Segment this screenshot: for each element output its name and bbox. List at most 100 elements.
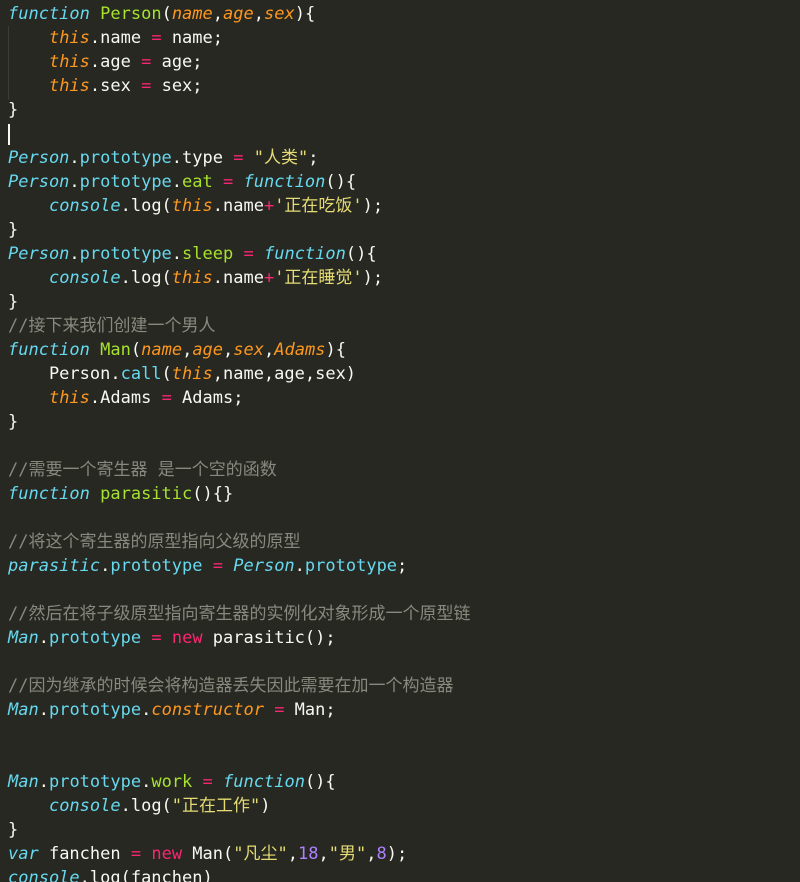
code-line[interactable]: //因为继承的时候会将构造器丢失因此需要在加一个构造器 bbox=[0, 674, 800, 698]
code-token: ) bbox=[325, 340, 336, 360]
code-token: Person. bbox=[8, 364, 121, 384]
code-token: ); bbox=[386, 844, 408, 864]
code-token: function bbox=[243, 172, 326, 192]
code-token: Person bbox=[8, 148, 70, 168]
code-token: Adams bbox=[274, 340, 326, 360]
code-line[interactable] bbox=[0, 722, 800, 746]
code-token: = bbox=[243, 244, 254, 264]
code-line[interactable]: } bbox=[0, 818, 800, 842]
code-token: name bbox=[141, 340, 183, 360]
code-token: . bbox=[171, 172, 183, 192]
code-token: ) bbox=[294, 4, 305, 24]
code-line[interactable]: Person.prototype.eat = function(){ bbox=[0, 170, 800, 194]
code-token: Person bbox=[8, 244, 70, 264]
code-line[interactable]: console.log(fanchen) bbox=[0, 866, 800, 882]
code-line[interactable] bbox=[0, 746, 800, 770]
code-token: function bbox=[8, 4, 90, 24]
code-line[interactable]: //需要一个寄生器 是一个空的函数 bbox=[0, 458, 800, 482]
code-line[interactable]: } bbox=[0, 98, 800, 122]
code-token: (){ bbox=[304, 772, 336, 792]
code-token: prototype bbox=[110, 556, 203, 576]
code-line[interactable] bbox=[0, 506, 800, 530]
code-line[interactable]: function Person(name,age,sex){ bbox=[0, 2, 800, 26]
code-token: Person bbox=[233, 556, 295, 576]
code-token: sex bbox=[233, 340, 264, 360]
code-line[interactable]: function parasitic(){} bbox=[0, 482, 800, 506]
code-token: . bbox=[69, 148, 80, 168]
code-token: prototype bbox=[304, 556, 398, 576]
code-line[interactable]: } bbox=[0, 218, 800, 242]
code-token: eat bbox=[182, 172, 213, 192]
code-token: function bbox=[263, 244, 346, 264]
code-token: name; bbox=[161, 28, 223, 48]
code-token: parasitic(); bbox=[202, 628, 336, 648]
code-line[interactable]: Man.prototype.constructor = Man; bbox=[0, 698, 800, 722]
code-token: age bbox=[223, 4, 254, 24]
code-token: this bbox=[48, 28, 90, 48]
code-token: { bbox=[304, 4, 316, 24]
code-token: prototype bbox=[79, 148, 172, 168]
code-line[interactable] bbox=[0, 578, 800, 602]
code-token: Man bbox=[8, 628, 39, 648]
code-token: } bbox=[8, 220, 19, 240]
code-line[interactable] bbox=[0, 650, 800, 674]
code-token: (){ bbox=[325, 172, 357, 192]
code-line[interactable]: } bbox=[0, 410, 800, 434]
code-token: , bbox=[182, 340, 193, 360]
code-line[interactable]: //将这个寄生器的原型指向父级的原型 bbox=[0, 530, 800, 554]
code-token: '正在睡觉' bbox=[274, 268, 363, 288]
code-token: .age bbox=[89, 52, 142, 72]
code-token: this bbox=[48, 76, 90, 96]
code-line[interactable]: this.sex = sex; bbox=[0, 74, 800, 98]
code-token: console bbox=[48, 796, 121, 816]
code-token: "男" bbox=[328, 844, 367, 864]
code-line[interactable]: Man.prototype.work = function(){ bbox=[0, 770, 800, 794]
code-token: call bbox=[120, 364, 162, 384]
code-line[interactable]: this.age = age; bbox=[0, 50, 800, 74]
code-line[interactable]: Person.prototype.type = "人类"; bbox=[0, 146, 800, 170]
code-token: function bbox=[8, 340, 90, 360]
code-line[interactable]: //接下来我们创建一个男人 bbox=[0, 314, 800, 338]
code-editor[interactable]: function Person(name,age,sex){ this.name… bbox=[0, 0, 800, 882]
code-line[interactable]: Person.call(this,name,age,sex) bbox=[0, 362, 800, 386]
code-line[interactable]: console.log(this.name+'正在吃饭'); bbox=[0, 194, 800, 218]
code-line[interactable]: this.name = name; bbox=[0, 26, 800, 50]
code-token: fanchen bbox=[38, 844, 131, 864]
code-token: = bbox=[233, 148, 244, 168]
code-token: .name bbox=[89, 28, 152, 48]
code-line[interactable]: parasitic.prototype = Person.prototype; bbox=[0, 554, 800, 578]
code-token: constructor bbox=[151, 700, 264, 720]
code-token: . bbox=[141, 772, 152, 792]
code-token: } bbox=[8, 820, 19, 840]
code-line[interactable]: } bbox=[0, 290, 800, 314]
code-token: } bbox=[8, 100, 19, 120]
code-line[interactable]: function Man(name,age,sex,Adams){ bbox=[0, 338, 800, 362]
code-line[interactable]: //然后在将子级原型指向寄生器的实例化对象形成一个原型链 bbox=[0, 602, 800, 626]
code-token: Person bbox=[8, 172, 70, 192]
code-text-area[interactable]: function Person(name,age,sex){ this.name… bbox=[0, 2, 800, 882]
code-token: } bbox=[8, 412, 19, 432]
code-line[interactable]: var fanchen = new Man("凡尘",18,"男",8); bbox=[0, 842, 800, 866]
code-token: (){} bbox=[192, 484, 234, 504]
code-token: console bbox=[8, 868, 80, 882]
code-line[interactable] bbox=[0, 434, 800, 458]
code-line[interactable]: Person.prototype.sleep = function(){ bbox=[0, 242, 800, 266]
code-line[interactable]: this.Adams = Adams; bbox=[0, 386, 800, 410]
code-line[interactable]: console.log("正在工作") bbox=[0, 794, 800, 818]
code-token: "凡尘" bbox=[233, 844, 288, 864]
code-token: Adams; bbox=[171, 388, 244, 408]
code-line[interactable]: console.log(this.name+'正在睡觉'); bbox=[0, 266, 800, 290]
code-token: new bbox=[151, 844, 183, 864]
code-token: . bbox=[38, 628, 49, 648]
code-token: '正在吃饭' bbox=[274, 196, 363, 216]
code-line[interactable]: Man.prototype = new parasitic(); bbox=[0, 626, 800, 650]
code-line[interactable] bbox=[0, 122, 800, 146]
